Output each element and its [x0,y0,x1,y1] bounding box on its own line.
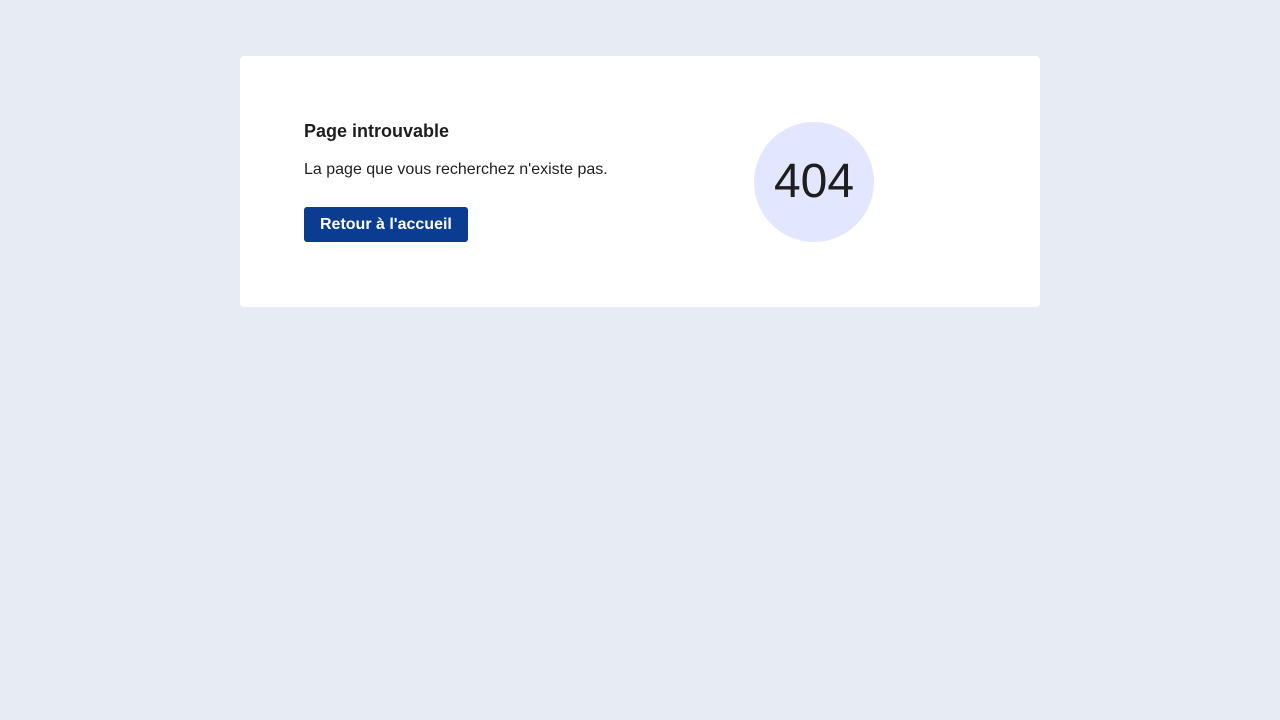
error-message: La page que vous recherchez n'existe pas… [304,161,608,178]
error-code: 404 [773,155,855,208]
page-title: Page introuvable [304,121,450,141]
error-card: Page introuvable La page que vous recher… [240,56,1040,307]
error-code-badge: 404 [754,122,874,242]
back-to-home-button[interactable]: Retour à l'accueil [304,207,468,242]
